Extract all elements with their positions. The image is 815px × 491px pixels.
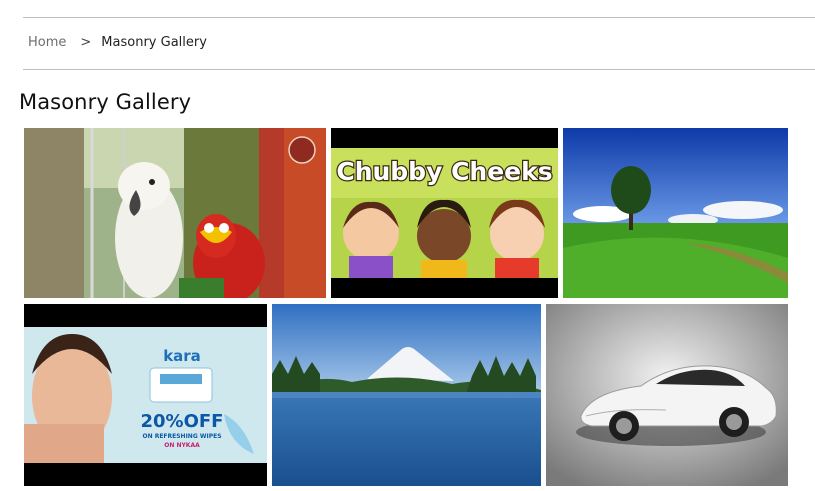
sports-car-image bbox=[546, 304, 788, 486]
gallery-item-sports-car[interactable] bbox=[546, 304, 788, 486]
breadcrumb-current: Masonry Gallery bbox=[101, 35, 207, 50]
chubby-cheeks-title: Chubby Cheeks bbox=[336, 157, 552, 186]
page-title: Masonry Gallery bbox=[19, 90, 192, 114]
gallery-item-kara-ad[interactable]: kara 20%OFF ON REFRESHING WIPES ON NYKAA bbox=[24, 304, 267, 486]
kara-store-text: ON NYKAA bbox=[164, 442, 200, 449]
chubby-cheeks-image: Chubby Cheeks bbox=[331, 128, 558, 298]
breadcrumb-separator: > bbox=[80, 35, 92, 50]
kara-ad-image: kara 20%OFF ON REFRESHING WIPES ON NYKAA bbox=[24, 304, 267, 486]
breadcrumb: Home > Masonry Gallery bbox=[28, 35, 207, 50]
mountain-lake-image bbox=[272, 304, 541, 486]
kara-tagline-text: ON REFRESHING WIPES bbox=[142, 433, 221, 440]
breadcrumb-divider bbox=[23, 69, 815, 70]
gallery-item-mountain-lake[interactable] bbox=[272, 304, 541, 486]
cockatoo-parrot-image bbox=[24, 128, 326, 298]
kara-discount-text: 20%OFF bbox=[141, 411, 224, 432]
green-field-image bbox=[563, 128, 788, 298]
gallery-item-chubby-cheeks[interactable]: Chubby Cheeks bbox=[331, 128, 558, 298]
top-divider bbox=[23, 17, 815, 18]
gallery-item-green-field[interactable] bbox=[563, 128, 788, 298]
breadcrumb-home-link[interactable]: Home bbox=[28, 35, 66, 50]
kara-brand-text: kara bbox=[163, 347, 201, 365]
gallery-item-cockatoo[interactable] bbox=[24, 128, 326, 298]
